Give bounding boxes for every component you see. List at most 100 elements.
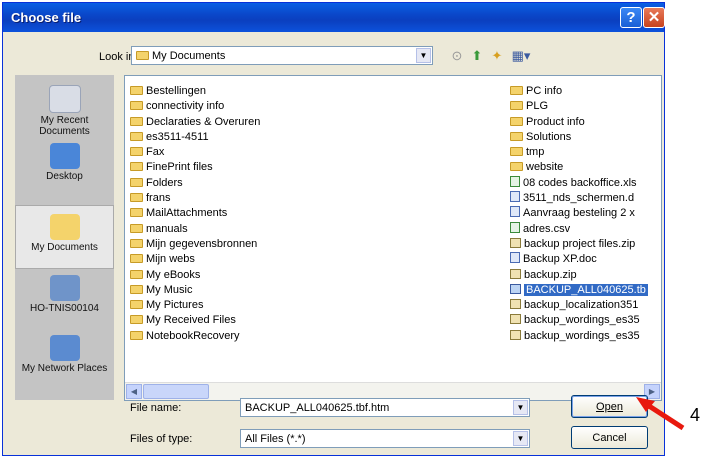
chevron-down-icon[interactable]: ▼ bbox=[416, 48, 431, 63]
cancel-button[interactable]: Cancel bbox=[571, 426, 648, 449]
view-menu-icon[interactable]: ▦▾ bbox=[509, 48, 533, 64]
list-item[interactable]: manuals bbox=[130, 222, 260, 237]
list-item-label: tmp bbox=[526, 146, 545, 159]
list-item[interactable]: PLG bbox=[510, 99, 648, 114]
list-item[interactable]: BACKUP_ALL040625.tb bbox=[510, 283, 648, 298]
network-places-icon bbox=[49, 335, 80, 361]
list-item-label: Solutions bbox=[526, 130, 572, 143]
list-item[interactable]: MailAttachments bbox=[130, 206, 260, 221]
open-button[interactable]: Open bbox=[571, 395, 648, 418]
place-my-network-places[interactable]: My Network Places bbox=[15, 335, 114, 374]
chevron-down-icon[interactable]: ▼ bbox=[513, 400, 528, 415]
folder-icon bbox=[510, 162, 523, 172]
list-item[interactable]: My eBooks bbox=[130, 268, 260, 283]
list-item-label: 3511_nds_schermen.d bbox=[523, 192, 635, 205]
file-icon bbox=[510, 175, 520, 187]
list-item[interactable]: Product info bbox=[510, 115, 648, 130]
place-label: My Documents bbox=[31, 242, 98, 253]
list-item[interactable]: PC info bbox=[510, 84, 648, 99]
folder-icon bbox=[130, 300, 143, 310]
chevron-down-icon[interactable]: ▼ bbox=[513, 431, 528, 446]
file-list[interactable]: Bestellingen connectivity info Declaraties… bbox=[124, 75, 662, 401]
folder-icon bbox=[130, 330, 143, 340]
list-item-label: PC info bbox=[526, 85, 563, 97]
folder-icon bbox=[510, 147, 523, 157]
list-item[interactable]: 3511_nds_schermen.d bbox=[510, 191, 648, 206]
places-bar: My Recent Documents Desktop My Documents… bbox=[15, 75, 114, 400]
list-item-label: FinePrint files bbox=[146, 161, 213, 174]
place-my-computer[interactable]: HO-TNIS00104 bbox=[15, 275, 114, 314]
list-item[interactable]: es3511-4511 bbox=[130, 130, 260, 145]
up-folder-icon[interactable]: ⬆ bbox=[469, 48, 485, 64]
list-item[interactable]: backup project files.zip bbox=[510, 237, 648, 252]
file-icon bbox=[510, 314, 521, 325]
title-bar: Choose file ? ✕ bbox=[3, 3, 665, 32]
place-my-recent-documents[interactable]: My Recent Documents bbox=[15, 85, 114, 137]
list-item-label: es3511-4511 bbox=[146, 130, 209, 143]
list-item[interactable]: backup_wordings_es35 bbox=[510, 313, 648, 328]
folder-icon bbox=[130, 131, 143, 141]
list-item[interactable]: 08 codes backoffice.xls bbox=[510, 175, 648, 191]
list-item-label: backup.zip bbox=[524, 268, 577, 281]
list-item[interactable]: FinePrint files bbox=[130, 160, 260, 175]
help-button[interactable]: ? bbox=[620, 7, 642, 28]
list-item-label: Aanvraag besteling 2 x bbox=[523, 207, 635, 220]
list-item[interactable]: Mijn gegevensbronnen bbox=[130, 237, 260, 252]
files-of-type-dropdown[interactable]: All Files (*.*) ▼ bbox=[240, 429, 530, 448]
new-folder-icon[interactable]: ✦ bbox=[489, 48, 505, 64]
folder-icon bbox=[130, 254, 143, 264]
folder-icon bbox=[130, 284, 143, 294]
place-desktop[interactable]: Desktop bbox=[15, 143, 114, 182]
list-item-label: connectivity info bbox=[146, 100, 225, 113]
list-item[interactable]: Bestellingen bbox=[130, 84, 260, 99]
file-name-value: BACKUP_ALL040625.tbf.htm bbox=[245, 402, 390, 414]
list-item[interactable]: My Received Files bbox=[130, 313, 260, 328]
scroll-left-icon[interactable]: ◀ bbox=[126, 384, 142, 399]
look-in-dropdown[interactable]: My Documents ▼ bbox=[131, 46, 433, 65]
list-item[interactable]: Declaraties & Overuren bbox=[130, 115, 260, 130]
list-item[interactable]: My Music bbox=[130, 283, 260, 298]
list-item-label: backup_wordings_es35 bbox=[524, 314, 640, 327]
list-item[interactable]: Folders bbox=[130, 176, 260, 191]
folder-icon bbox=[130, 177, 143, 187]
list-item[interactable]: backup_wordings_es35 bbox=[510, 329, 648, 344]
list-item[interactable]: My Pictures bbox=[130, 298, 260, 313]
list-item-label: backup_wordings_es35 bbox=[524, 329, 640, 342]
list-item-label: backup project files.zip bbox=[524, 237, 636, 250]
file-icon bbox=[510, 237, 521, 248]
list-item[interactable]: Fax bbox=[130, 145, 260, 160]
list-item-label: Declaraties & Overuren bbox=[146, 115, 261, 128]
list-item-label: My Pictures bbox=[146, 299, 204, 312]
list-item[interactable]: frans bbox=[130, 191, 260, 206]
list-item[interactable]: website bbox=[510, 160, 648, 175]
folder-icon bbox=[510, 116, 523, 126]
close-button[interactable]: ✕ bbox=[643, 7, 665, 28]
list-item[interactable]: tmp bbox=[510, 145, 648, 160]
list-item-label: backup_localization351 bbox=[524, 299, 639, 312]
place-my-documents[interactable]: My Documents bbox=[15, 205, 114, 269]
list-item[interactable]: Backup XP.doc bbox=[510, 252, 648, 267]
scrollbar-thumb[interactable] bbox=[143, 384, 209, 399]
file-icon bbox=[510, 299, 521, 310]
list-item[interactable]: Mijn webs bbox=[130, 252, 260, 267]
list-item[interactable]: NotebookRecovery bbox=[130, 329, 260, 344]
back-icon[interactable]: ⊙ bbox=[449, 48, 465, 64]
folder-icon bbox=[130, 269, 143, 279]
file-name-field[interactable]: BACKUP_ALL040625.tbf.htm ▼ bbox=[240, 398, 530, 417]
place-label: My Recent Documents bbox=[39, 115, 90, 137]
list-item-label: BACKUP_ALL040625.tb bbox=[524, 283, 648, 296]
folder-icon bbox=[510, 86, 523, 95]
file-name-label: File name: bbox=[130, 402, 182, 414]
list-item[interactable]: backup_localization351 bbox=[510, 298, 648, 313]
dialog-title: Choose file bbox=[11, 10, 82, 25]
file-icon bbox=[510, 252, 520, 264]
list-item[interactable]: adres.csv bbox=[510, 221, 648, 237]
list-item[interactable]: connectivity info bbox=[130, 99, 260, 114]
list-item[interactable]: backup.zip bbox=[510, 268, 648, 283]
list-item[interactable]: Aanvraag besteling 2 x bbox=[510, 206, 648, 221]
place-label: My Network Places bbox=[21, 363, 108, 374]
list-item[interactable]: Solutions bbox=[510, 130, 648, 145]
list-item-label: Folders bbox=[146, 176, 183, 189]
folder-icon bbox=[130, 147, 143, 157]
folder-icon bbox=[130, 223, 143, 233]
